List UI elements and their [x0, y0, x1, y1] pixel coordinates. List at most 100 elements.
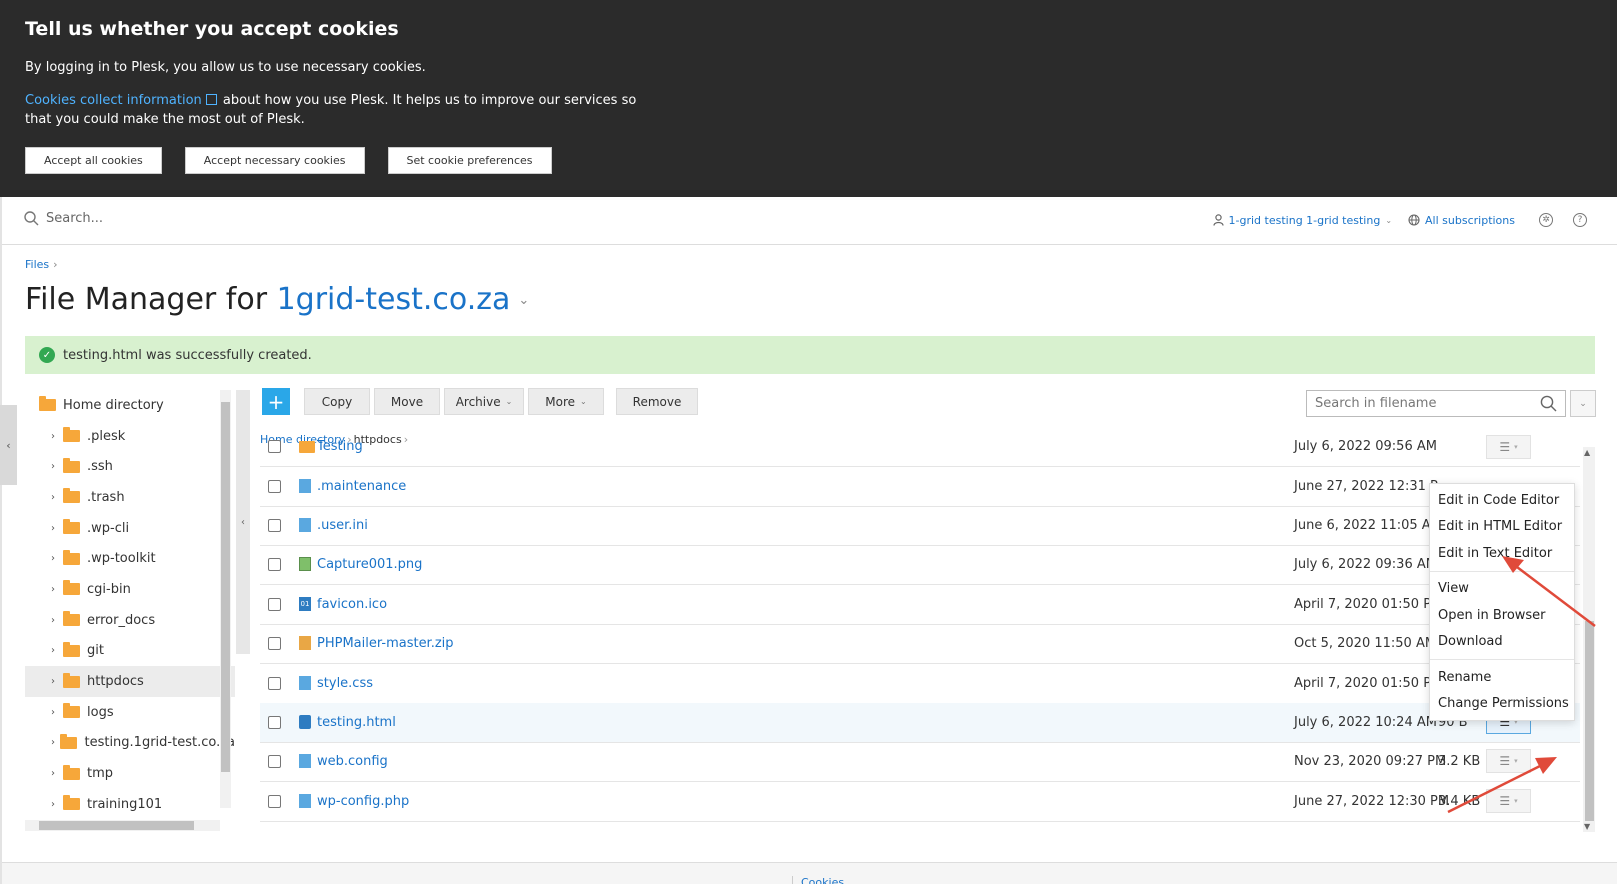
menu-item-open-browser[interactable]: Open in Browser: [1430, 602, 1574, 629]
accept-necessary-cookies-button[interactable]: Accept necessary cookies: [184, 147, 365, 174]
extensions-button[interactable]: ✲: [1539, 213, 1553, 227]
table-row[interactable]: Capture001.png July 6, 2022 09:36 AM: [260, 545, 1580, 585]
row-checkbox[interactable]: [268, 518, 281, 532]
tree-item[interactable]: › tmp: [25, 758, 235, 789]
file-name[interactable]: Capture001.png: [317, 557, 422, 572]
file-name[interactable]: web.config: [317, 754, 388, 769]
tree-item[interactable]: › .plesk: [25, 421, 235, 452]
row-checkbox[interactable]: [268, 636, 281, 650]
chevron-right-icon[interactable]: ›: [51, 615, 63, 626]
user-menu[interactable]: 1-grid testing 1-grid testing ⌄: [1212, 214, 1392, 227]
pane-collapse-button[interactable]: ‹: [236, 390, 250, 654]
table-row[interactable]: Testing July 6, 2022 09:56 AM ☰ ▾: [260, 427, 1580, 467]
file-name[interactable]: wp-config.php: [317, 794, 409, 809]
file-name[interactable]: Testing: [317, 439, 363, 454]
tree-item[interactable]: › .ssh: [25, 451, 235, 482]
table-row-selected[interactable]: testing.html July 6, 2022 10:24 AM 90 B …: [260, 703, 1580, 743]
search-options-button[interactable]: ⌄: [1570, 390, 1596, 417]
table-row[interactable]: .maintenance June 27, 2022 12:31 P: [260, 467, 1580, 507]
tree-item[interactable]: › cgi-bin: [25, 574, 235, 605]
table-row[interactable]: wp-config.php June 27, 2022 12:30 PM 3.4…: [260, 782, 1580, 822]
tree-horizontal-scrollbar[interactable]: [25, 820, 220, 831]
chevron-right-icon[interactable]: ›: [51, 799, 63, 810]
tree-root-home[interactable]: Home directory: [25, 390, 235, 421]
sidebar-expand-button[interactable]: ‹: [0, 405, 17, 485]
tree-item[interactable]: › training101: [25, 789, 235, 820]
menu-item-download[interactable]: Download: [1430, 629, 1574, 656]
file-name[interactable]: .maintenance: [317, 479, 406, 494]
row-checkbox[interactable]: [268, 440, 281, 453]
menu-item-edit-code[interactable]: Edit in Code Editor: [1430, 487, 1574, 514]
row-checkbox[interactable]: [268, 597, 281, 611]
row-checkbox[interactable]: [268, 794, 281, 808]
add-button[interactable]: +: [262, 388, 290, 415]
archive-button[interactable]: Archive ⌄: [444, 388, 524, 415]
chevron-right-icon[interactable]: ›: [51, 523, 63, 534]
file-list-scrollbar[interactable]: ▲ ▼: [1583, 447, 1595, 832]
file-name[interactable]: testing.html: [317, 715, 396, 730]
row-actions-button[interactable]: ☰ ▾: [1486, 434, 1531, 459]
row-checkbox[interactable]: [268, 479, 281, 493]
copy-button[interactable]: Copy: [304, 388, 370, 415]
search-input[interactable]: Search...: [46, 211, 103, 226]
row-checkbox[interactable]: [268, 715, 281, 729]
cookie-info-link[interactable]: Cookies collect information: [25, 93, 202, 108]
scrollbar-thumb[interactable]: [1585, 621, 1594, 821]
row-checkbox[interactable]: [268, 754, 281, 768]
accept-all-cookies-button[interactable]: Accept all cookies: [25, 147, 162, 174]
filename-search-input[interactable]: Search in filename: [1306, 390, 1566, 417]
scroll-up-icon[interactable]: ▲: [1584, 448, 1590, 457]
row-actions-button[interactable]: ☰ ▾: [1486, 749, 1531, 774]
tree-item[interactable]: › logs: [25, 697, 235, 728]
chevron-right-icon[interactable]: ›: [51, 768, 63, 779]
global-search[interactable]: Search...: [24, 211, 103, 226]
subscriptions-menu[interactable]: All subscriptions: [1408, 214, 1515, 227]
row-checkbox[interactable]: [268, 557, 281, 571]
tree-item-selected[interactable]: › httpdocs: [25, 666, 235, 697]
chevron-down-icon[interactable]: ⌄: [518, 293, 529, 308]
cookie-preferences-button[interactable]: Set cookie preferences: [387, 147, 552, 174]
chevron-right-icon[interactable]: ›: [51, 431, 63, 442]
file-name[interactable]: favicon.ico: [317, 597, 387, 612]
tree-item[interactable]: › .wp-cli: [25, 513, 235, 544]
chevron-right-icon[interactable]: ›: [51, 492, 63, 503]
row-actions-button[interactable]: ☰ ▾: [1486, 789, 1531, 814]
search-icon[interactable]: [1540, 395, 1557, 412]
footer-cookies-link[interactable]: Cookies: [792, 876, 844, 884]
table-row[interactable]: PHPMailer-master.zip Oct 5, 2020 11:50 A…: [260, 624, 1580, 664]
chevron-right-icon[interactable]: ›: [51, 676, 63, 687]
table-row[interactable]: style.css April 7, 2020 01:50 PM: [260, 664, 1580, 704]
tree-item[interactable]: › error_docs: [25, 605, 235, 636]
scroll-down-icon[interactable]: ▼: [1584, 822, 1590, 831]
table-row[interactable]: .user.ini June 6, 2022 11:05 AM: [260, 506, 1580, 546]
chevron-right-icon[interactable]: ›: [51, 461, 63, 472]
menu-item-rename[interactable]: Rename: [1430, 664, 1574, 691]
menu-item-permissions[interactable]: Change Permissions: [1430, 691, 1574, 718]
menu-item-edit-text[interactable]: Edit in Text Editor: [1430, 540, 1574, 567]
tree-item[interactable]: › .trash: [25, 482, 235, 513]
table-row[interactable]: 01 favicon.ico April 7, 2020 01:50 PM: [260, 585, 1580, 625]
chevron-right-icon[interactable]: ›: [51, 645, 63, 656]
file-name[interactable]: style.css: [317, 676, 373, 691]
tree-vertical-scrollbar[interactable]: [220, 390, 231, 808]
remove-button[interactable]: Remove: [616, 388, 698, 415]
more-button[interactable]: More ⌄: [528, 388, 604, 415]
move-button[interactable]: Move: [374, 388, 440, 415]
file-name[interactable]: PHPMailer-master.zip: [317, 636, 454, 651]
chevron-right-icon[interactable]: ›: [51, 737, 60, 748]
file-name[interactable]: .user.ini: [317, 518, 368, 533]
tree-item[interactable]: › git: [25, 636, 235, 667]
scrollbar-thumb[interactable]: [221, 402, 230, 772]
breadcrumb-files[interactable]: Files: [25, 258, 49, 271]
chevron-right-icon[interactable]: ›: [51, 707, 63, 718]
help-button[interactable]: ?: [1573, 213, 1587, 227]
tree-item[interactable]: › .wp-toolkit: [25, 543, 235, 574]
table-row[interactable]: web.config Nov 23, 2020 09:27 PM 3.2 KB …: [260, 742, 1580, 782]
scrollbar-thumb[interactable]: [39, 821, 194, 830]
row-checkbox[interactable]: [268, 676, 281, 690]
menu-item-edit-html[interactable]: Edit in HTML Editor: [1430, 514, 1574, 541]
tree-item[interactable]: › testing.1grid-test.co.za: [25, 728, 235, 759]
chevron-right-icon[interactable]: ›: [51, 584, 63, 595]
menu-item-view[interactable]: View: [1430, 576, 1574, 603]
domain-selector[interactable]: 1grid-test.co.za: [277, 282, 511, 317]
